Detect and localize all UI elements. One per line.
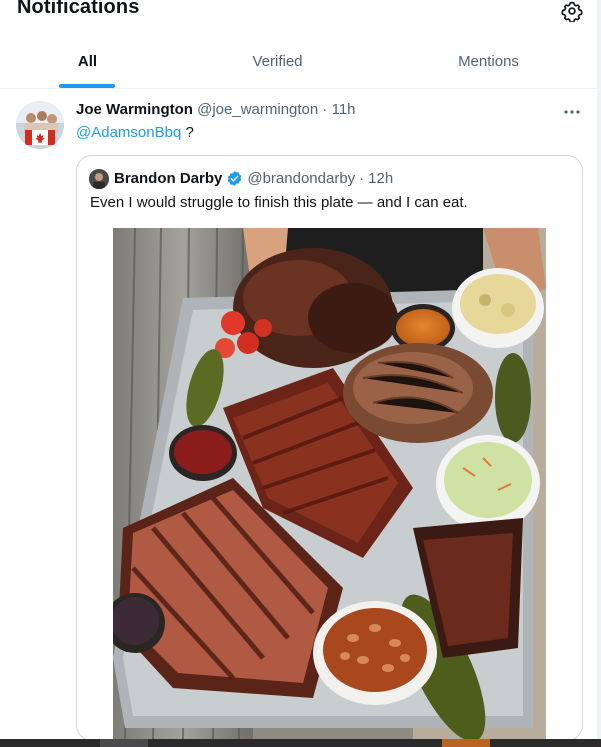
taskbar-item-active[interactable]	[442, 739, 490, 747]
tab-verified-label: Verified	[252, 52, 303, 70]
quoted-separator-dot: ·	[359, 170, 365, 187]
tweet-text-suffix: ?	[181, 124, 194, 141]
quoted-tweet[interactable]: Brandon Darby @brandondarby · 12h Even I…	[76, 155, 583, 741]
avatar[interactable]	[16, 101, 64, 149]
tab-all[interactable]: All	[0, 34, 175, 88]
author-handle[interactable]: @joe_warmington	[197, 101, 318, 118]
quoted-author-name[interactable]: Brandon Darby	[114, 170, 222, 187]
taskbar	[0, 739, 601, 747]
tweet[interactable]: Joe Warmington @joe_warmington · 11h @Ad…	[0, 89, 597, 741]
scrollbar[interactable]	[597, 0, 601, 747]
quoted-tweet-header: Brandon Darby @brandondarby · 12h	[114, 170, 393, 187]
verified-badge-icon	[226, 170, 243, 187]
tab-mentions-label: Mentions	[458, 52, 519, 70]
gear-icon[interactable]	[561, 0, 583, 24]
notification-tabs: All Verified Mentions	[0, 34, 597, 89]
taskbar-item[interactable]	[100, 739, 148, 747]
quoted-tweet-time[interactable]: 12h	[368, 170, 393, 187]
author-name[interactable]: Joe Warmington	[76, 101, 193, 118]
tweet-time[interactable]: 11h	[332, 101, 356, 118]
quoted-avatar[interactable]	[89, 169, 109, 189]
more-horizontal-icon[interactable]	[559, 99, 585, 125]
mention-link[interactable]: @AdamsonBbq	[76, 124, 181, 141]
tab-verified[interactable]: Verified	[175, 34, 380, 88]
bbq-platter-photo[interactable]	[113, 228, 546, 740]
page-title: Notifications	[17, 0, 140, 18]
active-tab-indicator	[59, 84, 115, 88]
quoted-tweet-text: Even I would struggle to finish this pla…	[90, 194, 468, 211]
quoted-author-handle[interactable]: @brandondarby	[247, 170, 355, 187]
separator-dot: ·	[322, 101, 328, 118]
tweet-text: @AdamsonBbq ?	[76, 124, 194, 141]
tab-all-label: All	[77, 52, 98, 70]
tab-mentions[interactable]: Mentions	[380, 34, 597, 88]
tweet-header: Joe Warmington @joe_warmington · 11h	[76, 101, 356, 118]
header: Notifications	[0, 0, 601, 34]
